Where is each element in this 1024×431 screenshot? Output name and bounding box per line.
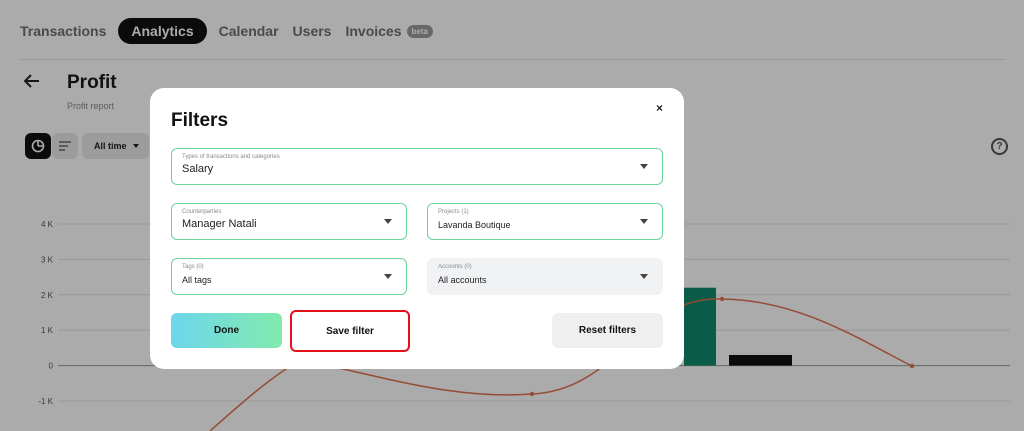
save-filter-button[interactable]: Save filter: [290, 310, 410, 352]
tags-select[interactable]: Tags (0) All tags: [171, 258, 407, 295]
chevron-down-icon: [640, 219, 648, 224]
modal-title: Filters: [171, 110, 229, 131]
projects-select[interactable]: Projects (1) Lavanda Boutique: [427, 203, 663, 240]
done-button[interactable]: Done: [171, 313, 282, 348]
field-value: All accounts: [438, 275, 487, 285]
chevron-down-icon: [640, 274, 648, 279]
chevron-down-icon: [384, 274, 392, 279]
field-label: Counterparties: [182, 209, 222, 215]
close-icon[interactable]: ×: [656, 101, 663, 115]
field-value: Manager Natali: [182, 218, 257, 230]
field-label: Tags (0): [182, 264, 204, 270]
field-value: Lavanda Boutique: [438, 220, 511, 230]
field-label: Projects (1): [438, 209, 469, 215]
chevron-down-icon: [384, 219, 392, 224]
field-label: Types of transactions and categories: [182, 154, 280, 160]
filters-modal: Filters × Types of transactions and cate…: [150, 88, 684, 369]
counterparties-select[interactable]: Counterparties Manager Natali: [171, 203, 407, 240]
field-value: All tags: [182, 275, 212, 285]
chevron-down-icon: [640, 164, 648, 169]
accounts-select[interactable]: Accounts (0) All accounts: [427, 258, 663, 295]
field-value: Salary: [182, 163, 214, 175]
reset-filters-button[interactable]: Reset filters: [552, 313, 663, 348]
field-label: Accounts (0): [438, 264, 472, 270]
types-categories-select[interactable]: Types of transactions and categories Sal…: [171, 148, 663, 185]
